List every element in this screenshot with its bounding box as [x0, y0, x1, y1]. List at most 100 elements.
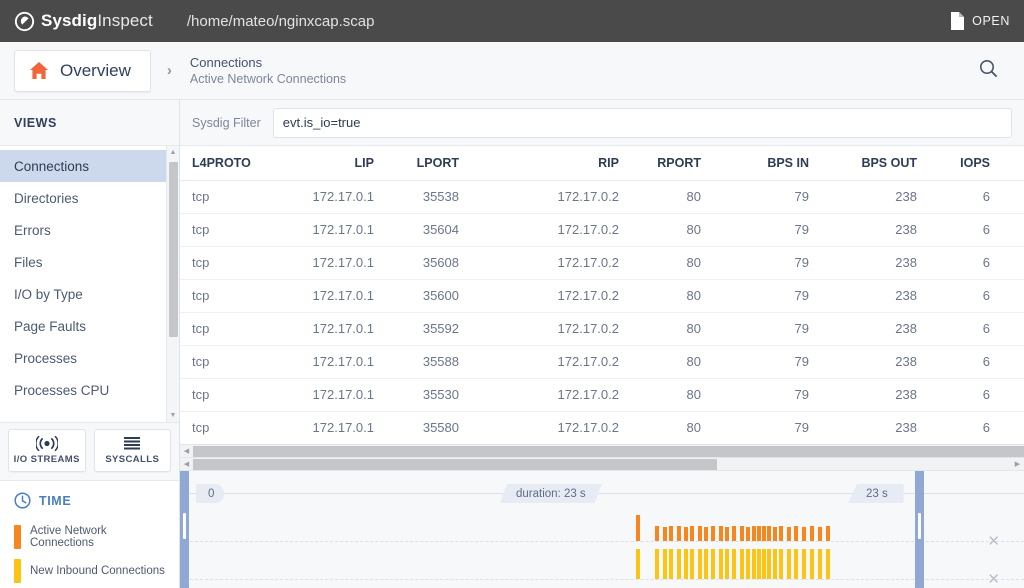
filter-bar: Sysdig Filter — [180, 100, 1024, 146]
timeline-bar — [794, 549, 798, 579]
timeline-bar — [787, 527, 791, 541]
search-button[interactable] — [979, 59, 998, 83]
timeline-bar — [704, 549, 708, 579]
sidebar-item-label: Files — [14, 255, 43, 270]
cell-rport: 80 — [631, 312, 713, 345]
cell-l4proto: tcp — [180, 312, 268, 345]
app-window: SysdigInspect /home/mateo/nginxcap.scap … — [0, 0, 1024, 588]
timeline-scrubber-left[interactable] — [180, 471, 189, 588]
cell-rport: 80 — [631, 411, 713, 444]
cell-bps_in: 79 — [713, 345, 821, 378]
table-row[interactable]: tcp172.17.0.135588172.17.0.280792386n — [180, 345, 1024, 378]
io-streams-button[interactable]: I/O STREAMS — [8, 429, 86, 472]
sidebar-item-directories[interactable]: Directories — [0, 182, 179, 214]
syscalls-label: SYSCALLS — [105, 454, 159, 465]
legend-item[interactable]: New Inbound Connections — [0, 554, 179, 588]
cell-rip: 172.17.0.2 — [471, 411, 631, 444]
cell-lport: 35608 — [386, 246, 471, 279]
cell-comm: n — [1002, 378, 1024, 411]
timeline-bar — [810, 549, 814, 579]
cell-l4proto: tcp — [180, 180, 268, 213]
lines-icon — [121, 436, 143, 451]
sidebar-item-processes-cpu[interactable]: Processes CPU — [0, 374, 179, 406]
timeline-bar — [690, 526, 694, 541]
cell-rport: 80 — [631, 345, 713, 378]
timeline-bar — [711, 549, 715, 579]
column-header-iops[interactable]: IOPS — [929, 146, 1002, 180]
table-row[interactable]: tcp172.17.0.135538172.17.0.280792386n — [180, 180, 1024, 213]
cell-iops: 6 — [929, 312, 1002, 345]
cell-comm: n — [1002, 312, 1024, 345]
table-row[interactable]: tcp172.17.0.135530172.17.0.280792386n — [180, 378, 1024, 411]
scroll-left-icon[interactable]: ◀ — [180, 447, 193, 455]
timeline-bar — [663, 527, 667, 541]
timeline-bar — [746, 527, 750, 541]
hscroll-thumb-bottom[interactable] — [193, 459, 717, 470]
views-scrollbar[interactable]: ▲ ▼ — [166, 146, 179, 422]
cell-lip: 172.17.0.1 — [268, 180, 386, 213]
table-row[interactable]: tcp172.17.0.135592172.17.0.280792386n — [180, 312, 1024, 345]
column-header-lip[interactable]: LIP — [268, 146, 386, 180]
scroll-up-icon[interactable]: ▲ — [167, 146, 179, 159]
table-row[interactable]: tcp172.17.0.135608172.17.0.280792386n — [180, 246, 1024, 279]
table-row[interactable]: tcp172.17.0.135604172.17.0.280792386n — [180, 213, 1024, 246]
table-row[interactable]: tcp172.17.0.135600172.17.0.280792386n — [180, 279, 1024, 312]
column-header-rport[interactable]: RPORT — [631, 146, 713, 180]
close-icon-row-1[interactable]: ✕ — [987, 532, 1000, 550]
cell-bps_in: 79 — [713, 279, 821, 312]
sidebar-item-page-faults[interactable]: Page Faults — [0, 310, 179, 342]
timeline-bar — [826, 526, 830, 541]
column-header-bps_out[interactable]: BPS OUT — [821, 146, 929, 180]
scrubber-grip-left[interactable] — [183, 513, 186, 539]
legend-item[interactable]: Active Network Connections — [0, 520, 179, 554]
overview-button[interactable]: Overview — [14, 50, 151, 92]
close-icon-row-2[interactable]: ✕ — [987, 570, 1000, 588]
cell-rip: 172.17.0.2 — [471, 345, 631, 378]
timeline-bar — [732, 526, 736, 541]
table-horizontal-scrollbar-bottom[interactable]: ◀ ▶ — [180, 457, 1024, 470]
cell-lport: 35592 — [386, 312, 471, 345]
cell-l4proto: tcp — [180, 378, 268, 411]
scroll-down-icon[interactable]: ▼ — [167, 409, 179, 422]
sysdig-filter-input[interactable] — [273, 108, 1012, 138]
scroll-right-icon[interactable]: ▶ — [1011, 460, 1024, 468]
search-icon — [979, 59, 998, 78]
column-header-lport[interactable]: LPORT — [386, 146, 471, 180]
column-header-l4proto[interactable]: L4PROTO — [180, 146, 268, 180]
timeline-bar — [818, 527, 822, 541]
column-header-rip[interactable]: RIP — [471, 146, 631, 180]
sidebar-item-files[interactable]: Files — [0, 246, 179, 278]
syscalls-button[interactable]: SYSCALLS — [94, 429, 172, 472]
sidebar-item-connections[interactable]: Connections — [0, 150, 179, 182]
scrubber-grip-right[interactable] — [918, 513, 921, 539]
timeline-bar — [655, 549, 659, 579]
hscroll-thumb-top[interactable] — [193, 446, 1024, 457]
timeline-panel[interactable]: 0 duration: 23 s 23 s ✕ ✕ — [180, 470, 1024, 588]
top-bar: SysdigInspect /home/mateo/nginxcap.scap … — [0, 0, 1024, 42]
cell-lport: 35538 — [386, 180, 471, 213]
timeline-scrubber-right[interactable] — [915, 471, 924, 588]
column-header-comm[interactable]: C — [1002, 146, 1024, 180]
connections-table: L4PROTOLIPLPORTRIPRPORTBPS INBPS OUTIOPS… — [180, 146, 1024, 470]
sidebar: VIEWS ConnectionsDirectoriesErrorsFilesI… — [0, 100, 180, 588]
views-scrollbar-thumb[interactable] — [169, 162, 178, 337]
hscroll-rail-top[interactable] — [193, 445, 1024, 458]
timeline-bar — [779, 549, 783, 579]
hscroll-rail-bottom[interactable] — [193, 458, 1011, 471]
open-button[interactable]: OPEN — [950, 12, 1010, 30]
timeline-bar — [740, 549, 744, 579]
breadcrumb-current[interactable]: Connections Active Network Connections — [190, 55, 346, 86]
sidebar-item-errors[interactable]: Errors — [0, 214, 179, 246]
table-row[interactable]: tcp172.17.0.135580172.17.0.280792386n — [180, 411, 1024, 444]
timeline-bar — [773, 549, 777, 579]
timeline-bar — [663, 549, 667, 579]
column-header-bps_in[interactable]: BPS IN — [713, 146, 821, 180]
sidebar-item-i-o-by-type[interactable]: I/O by Type — [0, 278, 179, 310]
table-horizontal-scrollbar-top[interactable]: ◀ — [180, 444, 1024, 457]
brand-logo[interactable]: SysdigInspect — [14, 11, 153, 32]
scroll-left-icon-2[interactable]: ◀ — [180, 460, 193, 468]
broadcast-icon — [36, 436, 58, 451]
sidebar-item-processes[interactable]: Processes — [0, 342, 179, 374]
page-title: Connections — [190, 55, 346, 70]
timeline-bar — [725, 527, 729, 541]
